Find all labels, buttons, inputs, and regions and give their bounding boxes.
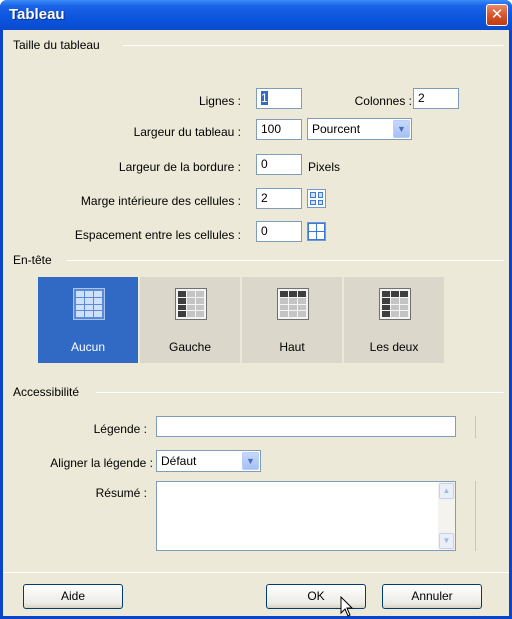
cell-padding-icon: [307, 189, 326, 208]
section-divider: [123, 45, 504, 46]
border-unit-label: Pixels: [308, 160, 341, 174]
header-option-left[interactable]: Gauche: [140, 277, 240, 363]
section-divider: [67, 260, 504, 261]
chevron-down-icon[interactable]: ▼: [393, 120, 410, 138]
header-section-title: En-tête: [13, 253, 52, 267]
table-no-header-icon: [73, 288, 105, 320]
columns-input[interactable]: 2: [413, 88, 459, 109]
caption-align-value: Défaut: [161, 454, 197, 468]
table-width-value: 100: [261, 122, 282, 136]
header-option-label: Haut: [279, 340, 305, 354]
columns-label: Colonnes :: [354, 94, 412, 108]
table-left-header-icon: [175, 288, 207, 320]
divider: [475, 416, 476, 438]
section-divider: [96, 392, 504, 393]
caption-align-select[interactable]: Défaut ▼: [156, 450, 261, 472]
cell-spacing-label: Espacement entre les cellules :: [74, 228, 241, 242]
table-width-input[interactable]: 100: [256, 119, 302, 140]
close-button[interactable]: ✕: [486, 4, 508, 26]
caption-label: Légende :: [93, 422, 147, 436]
header-option-none[interactable]: Aucun: [38, 277, 138, 363]
size-section-title: Taille du tableau: [13, 38, 100, 52]
summary-scrollbar[interactable]: ▲ ▼: [438, 482, 455, 550]
cell-padding-label: Marge intérieure des cellules :: [80, 194, 241, 208]
columns-value: 2: [418, 91, 425, 105]
summary-textarea[interactable]: ▲ ▼: [156, 481, 456, 551]
header-option-label: Aucun: [70, 340, 106, 354]
cell-spacing-input[interactable]: 0: [256, 221, 302, 242]
mouse-cursor-icon: [340, 596, 354, 617]
rows-input[interactable]: 1: [256, 88, 302, 109]
cell-padding-input[interactable]: 2: [256, 188, 302, 209]
header-option-label: Gauche: [168, 340, 212, 354]
cancel-button[interactable]: Annuler: [382, 584, 482, 609]
chevron-down-icon[interactable]: ▼: [242, 452, 259, 470]
border-width-value: 0: [261, 157, 268, 171]
scroll-up-icon[interactable]: ▲: [439, 483, 454, 499]
header-option-label: Les deux: [369, 340, 419, 354]
summary-label: Résumé :: [95, 486, 147, 500]
header-option-both[interactable]: Les deux: [344, 277, 444, 363]
cell-padding-value: 2: [261, 191, 268, 205]
close-icon: ✕: [490, 6, 504, 23]
border-width-label: Largeur de la bordure :: [118, 160, 241, 174]
caption-align-label: Aligner la légende :: [50, 456, 153, 470]
width-unit-value: Pourcent: [312, 122, 361, 136]
dialog-title: Tableau: [9, 6, 65, 23]
accessibility-section-title: Accessibilité: [13, 385, 80, 399]
border-width-input[interactable]: 0: [256, 154, 302, 175]
dialog-window: Tableau ✕ Taille du tableau Lignes : 1 C…: [0, 0, 512, 619]
table-both-header-icon: [379, 288, 411, 320]
dialog-body: Taille du tableau Lignes : 1 Colonnes : …: [3, 30, 509, 616]
table-width-label: Largeur du tableau :: [133, 125, 241, 139]
table-top-header-icon: [277, 288, 309, 320]
rows-label: Lignes :: [198, 94, 241, 108]
cell-spacing-icon: [307, 222, 326, 241]
footer-divider: [3, 572, 509, 573]
divider: [475, 481, 476, 551]
width-unit-select[interactable]: Pourcent ▼: [307, 118, 412, 140]
header-option-top[interactable]: Haut: [242, 277, 342, 363]
cell-spacing-value: 0: [261, 224, 268, 238]
rows-value: 1: [261, 91, 268, 105]
caption-input[interactable]: [156, 416, 456, 437]
help-button[interactable]: Aide: [23, 584, 123, 609]
scroll-down-icon[interactable]: ▼: [439, 533, 454, 549]
title-bar[interactable]: Tableau ✕: [0, 0, 512, 30]
